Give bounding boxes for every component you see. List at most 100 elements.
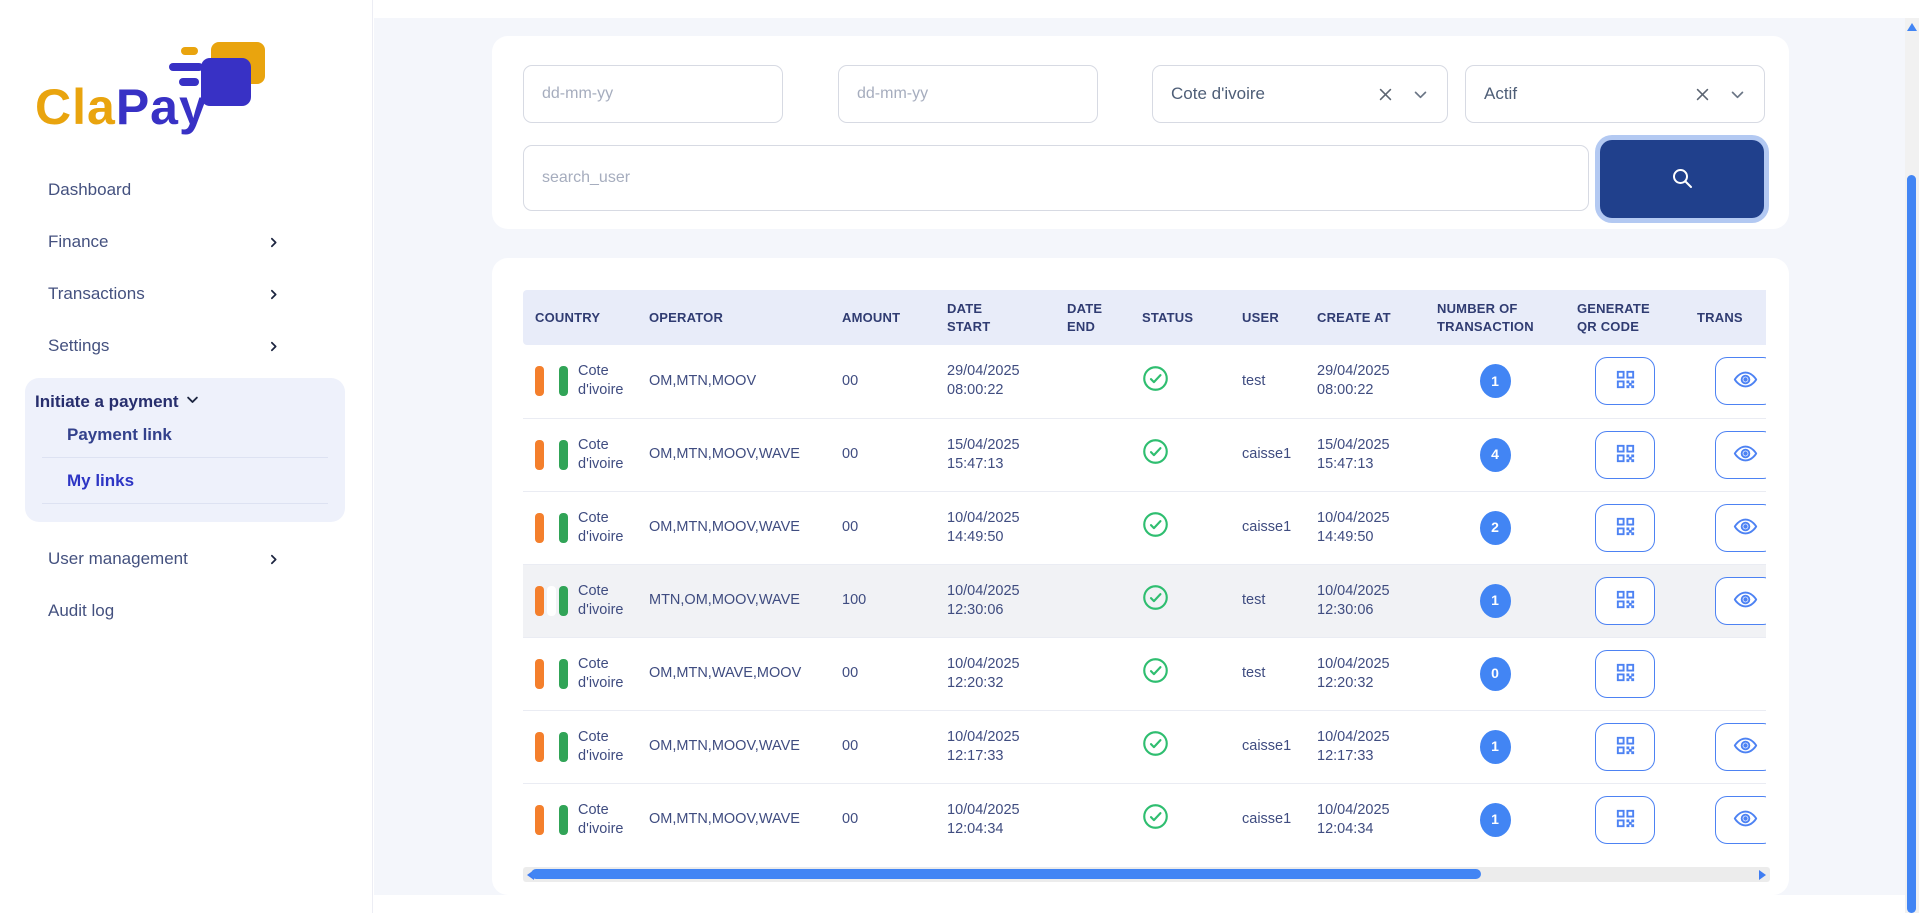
success-status-icon xyxy=(1142,584,1169,611)
create-at-value: 10/04/2025 12:30:06 xyxy=(1317,582,1407,620)
search-user-input[interactable] xyxy=(523,145,1589,211)
chevron-down-icon[interactable] xyxy=(1412,86,1429,103)
sidebar-item-label: User management xyxy=(48,549,188,569)
user-value: caisse1 xyxy=(1242,519,1291,535)
vertical-scroll-thumb[interactable] xyxy=(1907,175,1916,913)
date-start-value: 15/04/2025 15:47:13 xyxy=(947,436,1037,474)
clapay-logo[interactable]: ClaPay xyxy=(35,40,245,145)
qr-code-icon xyxy=(1614,515,1637,541)
create-at-value: 10/04/2025 14:49:50 xyxy=(1317,509,1407,547)
date-end-input[interactable] xyxy=(838,65,1098,123)
chevron-right-icon xyxy=(267,553,280,566)
sidebar-item-finance[interactable]: Finance xyxy=(48,225,280,259)
sidebar-item-label: Settings xyxy=(48,336,109,356)
clear-country-icon[interactable] xyxy=(1377,86,1394,103)
view-transactions-button[interactable] xyxy=(1715,504,1766,552)
generate-qr-button[interactable] xyxy=(1595,650,1655,698)
logo-speedline-icon xyxy=(181,47,198,55)
generate-qr-button[interactable] xyxy=(1595,357,1655,405)
search-button[interactable] xyxy=(1600,140,1764,218)
links-table: COUNTRY OPERATOR AMOUNT DATE START DATE … xyxy=(523,290,1766,856)
user-value: caisse1 xyxy=(1242,811,1291,827)
country-name: Cote d'ivoire xyxy=(578,801,625,839)
view-transactions-button[interactable] xyxy=(1715,357,1766,405)
table-row: Cote d'ivoireOM,MTN,MOOV,WAVE0010/04/202… xyxy=(523,491,1766,564)
qr-code-icon xyxy=(1614,807,1637,833)
view-transactions-button[interactable] xyxy=(1715,577,1766,625)
chevron-down-icon xyxy=(185,392,200,412)
generate-qr-button[interactable] xyxy=(1595,577,1655,625)
view-transactions-button[interactable] xyxy=(1715,796,1766,844)
eye-icon xyxy=(1732,732,1759,762)
country-name: Cote d'ivoire xyxy=(578,362,625,400)
eye-icon xyxy=(1732,586,1759,616)
country-select[interactable]: Cote d'ivoire xyxy=(1152,65,1448,123)
amount-value: 00 xyxy=(842,811,858,827)
clear-status-icon[interactable] xyxy=(1694,86,1711,103)
date-start-value: 10/04/2025 12:17:33 xyxy=(947,728,1037,766)
sidebar-item-label: Audit log xyxy=(48,601,114,621)
generate-qr-button[interactable] xyxy=(1595,431,1655,479)
qr-code-icon xyxy=(1614,734,1637,760)
eye-icon xyxy=(1732,805,1759,835)
horizontal-scrollbar[interactable] xyxy=(523,867,1770,882)
view-transactions-button[interactable] xyxy=(1715,431,1766,479)
initiate-payment-group: Initiate a payment Payment link My links xyxy=(25,378,345,522)
sidebar-item-settings[interactable]: Settings xyxy=(48,329,280,363)
table-header-row: COUNTRY OPERATOR AMOUNT DATE START DATE … xyxy=(523,290,1766,345)
scroll-right-arrow-icon[interactable] xyxy=(1759,870,1766,880)
date-start-value: 10/04/2025 12:20:32 xyxy=(947,655,1037,693)
sidebar-item-user-management[interactable]: User management xyxy=(48,542,280,576)
success-status-icon xyxy=(1142,730,1169,757)
cote-divoire-flag-icon xyxy=(535,732,568,762)
logo-card-blue-icon xyxy=(201,58,251,106)
generate-qr-button[interactable] xyxy=(1595,723,1655,771)
transaction-count-badge: 0 xyxy=(1480,657,1511,691)
operator-list: OM,MTN,MOOV,WAVE xyxy=(649,811,800,827)
chevron-right-icon xyxy=(267,288,280,301)
qr-code-icon xyxy=(1614,368,1637,394)
sidebar-item-audit-log[interactable]: Audit log xyxy=(48,594,280,628)
column-header-operator: OPERATOR xyxy=(637,290,830,345)
qr-code-icon xyxy=(1614,588,1637,614)
column-header-create-at: CREATE AT xyxy=(1305,290,1425,345)
cote-divoire-flag-icon xyxy=(535,586,568,616)
table-row: Cote d'ivoireOM,MTN,MOOV0029/04/2025 08:… xyxy=(523,345,1766,418)
sidebar-item-my-links[interactable]: My links xyxy=(42,458,328,504)
view-transactions-button[interactable] xyxy=(1715,723,1766,771)
brand-wordmark-pay: Pay xyxy=(116,79,208,135)
date-start-value: 29/04/2025 08:00:22 xyxy=(947,362,1037,400)
brand-wordmark-cla: Cla xyxy=(35,79,116,135)
create-at-value: 10/04/2025 12:20:32 xyxy=(1317,655,1407,693)
status-select[interactable]: Actif xyxy=(1465,65,1765,123)
horizontal-scroll-thumb[interactable] xyxy=(531,869,1481,879)
country-name: Cote d'ivoire xyxy=(578,728,625,766)
create-at-value: 29/04/2025 08:00:22 xyxy=(1317,362,1407,400)
transaction-count-badge: 1 xyxy=(1480,584,1511,618)
vertical-scrollbar[interactable] xyxy=(1905,18,1919,913)
operator-list: MTN,OM,MOOV,WAVE xyxy=(649,592,800,608)
amount-value: 00 xyxy=(842,665,858,681)
date-start-input[interactable] xyxy=(523,65,783,123)
sidebar-item-transactions[interactable]: Transactions xyxy=(48,277,280,311)
table-row: Cote d'ivoireMTN,OM,MOOV,WAVE10010/04/20… xyxy=(523,564,1766,637)
success-status-icon xyxy=(1142,511,1169,538)
generate-qr-button[interactable] xyxy=(1595,504,1655,552)
success-status-icon xyxy=(1142,365,1169,392)
success-status-icon xyxy=(1142,438,1169,465)
sidebar-item-initiate-payment[interactable]: Initiate a payment xyxy=(25,378,345,412)
sidebar-item-dashboard[interactable]: Dashboard xyxy=(48,173,280,207)
amount-value: 00 xyxy=(842,519,858,535)
user-value: test xyxy=(1242,665,1265,681)
operator-list: OM,MTN,MOOV,WAVE xyxy=(649,446,800,462)
sidebar-item-label: Transactions xyxy=(48,284,145,304)
chevron-down-icon[interactable] xyxy=(1729,86,1746,103)
sidebar-item-payment-link[interactable]: Payment link xyxy=(42,412,328,458)
scroll-up-arrow-icon[interactable] xyxy=(1907,23,1917,31)
sidebar: ClaPay Dashboard Finance Transactions Se… xyxy=(0,0,373,913)
eye-icon xyxy=(1732,513,1759,543)
amount-value: 100 xyxy=(842,592,866,608)
generate-qr-button[interactable] xyxy=(1595,796,1655,844)
column-header-transactions-clipped: TRANS xyxy=(1685,290,1766,345)
create-at-value: 10/04/2025 12:04:34 xyxy=(1317,801,1407,839)
